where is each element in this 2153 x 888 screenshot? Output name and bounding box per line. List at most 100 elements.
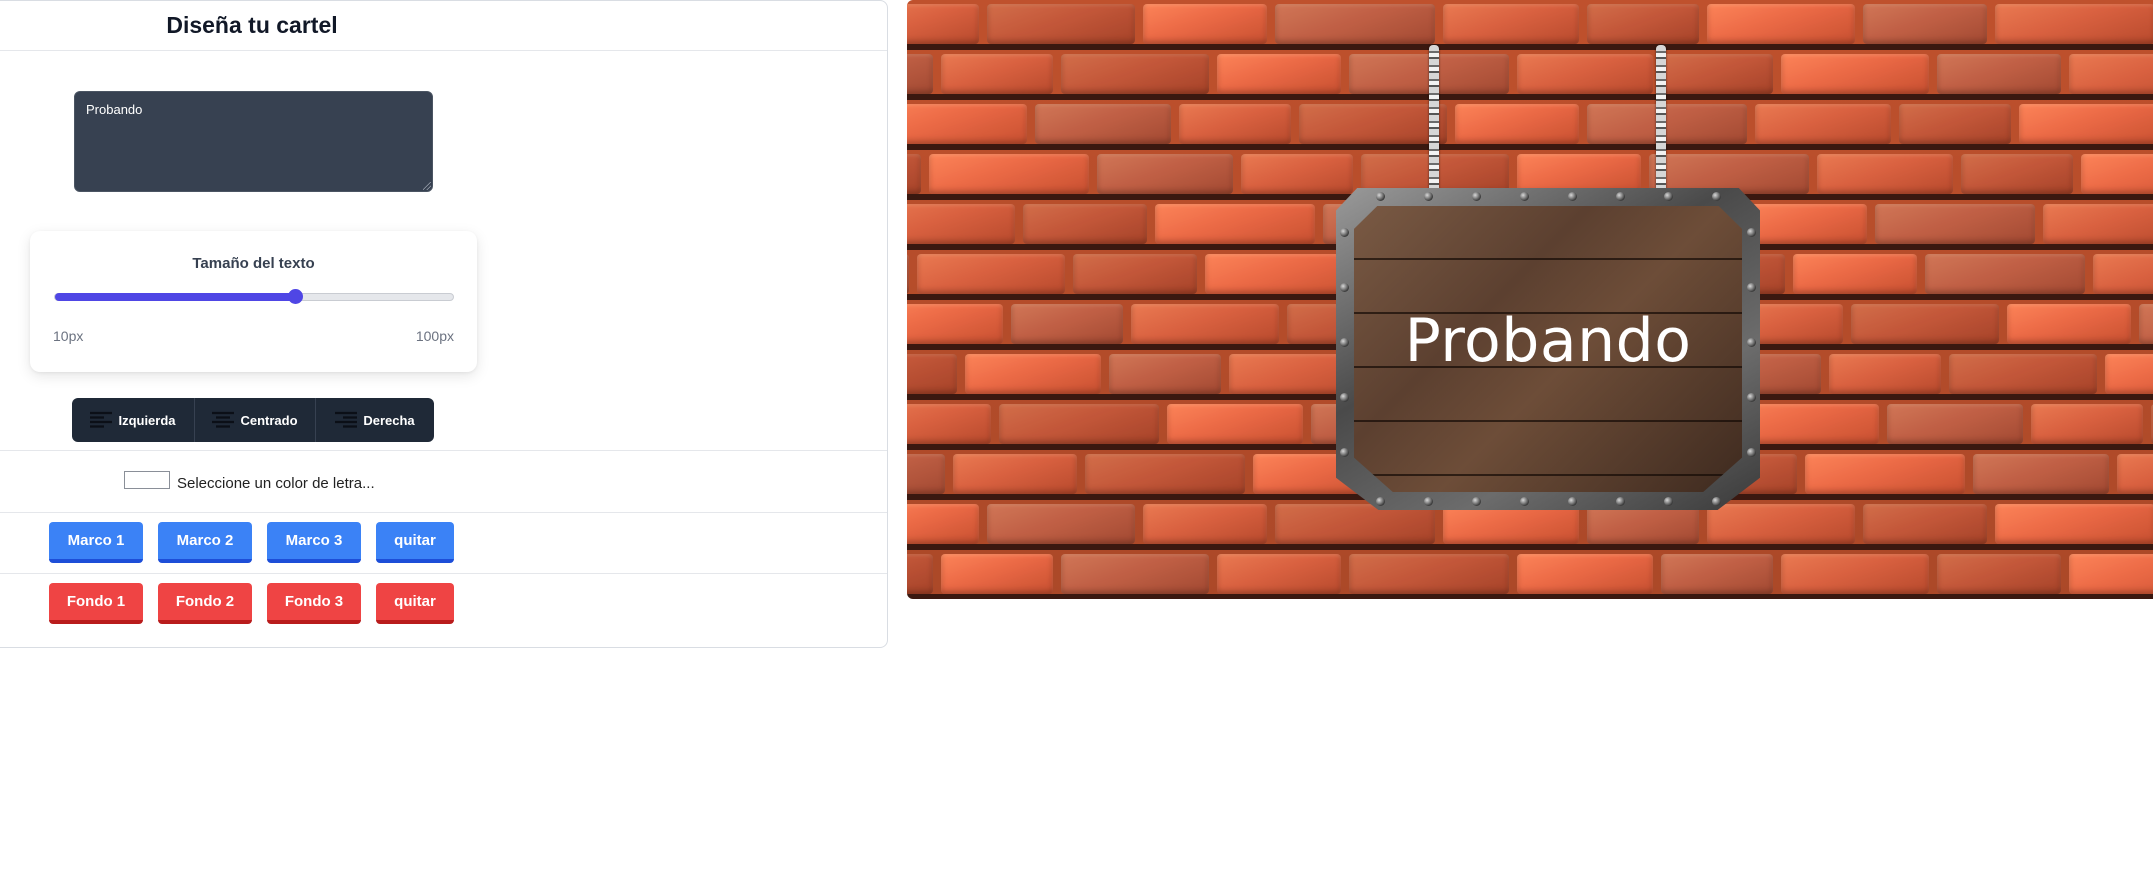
- align-right-button[interactable]: Derecha: [316, 398, 434, 442]
- brick: [2031, 404, 2143, 444]
- brick: [941, 554, 1053, 594]
- brick: [907, 154, 921, 194]
- brick: [1143, 4, 1267, 44]
- chain-right: [1656, 45, 1666, 195]
- rivet: [1424, 497, 1433, 506]
- background-1-button[interactable]: Fondo 1: [49, 583, 143, 624]
- brick: [1587, 504, 1699, 544]
- brick: [1587, 4, 1699, 44]
- brick: [1167, 404, 1303, 444]
- brick: [1275, 504, 1435, 544]
- text-size-card: Tamaño del texto 10px 100px: [30, 231, 477, 372]
- brick: [907, 354, 957, 394]
- slider-min-label: 10px: [53, 328, 84, 344]
- rivet: [1340, 283, 1349, 292]
- frame-1-button[interactable]: Marco 1: [49, 522, 143, 563]
- brick: [1443, 504, 1579, 544]
- text-size-slider[interactable]: [54, 289, 454, 304]
- brick: [1155, 204, 1315, 244]
- align-right-label: Derecha: [363, 412, 415, 428]
- brick: [1217, 54, 1341, 94]
- rivet: [1747, 393, 1756, 402]
- brick-row: [907, 550, 2153, 599]
- rivet: [1712, 497, 1721, 506]
- brick-row: [907, 50, 2153, 100]
- rivet: [1424, 192, 1433, 201]
- slider-thumb[interactable]: [288, 289, 303, 304]
- brick: [1661, 554, 1773, 594]
- brick: [1073, 254, 1197, 294]
- brick: [2007, 304, 2131, 344]
- divider: [0, 50, 887, 51]
- rivet: [1664, 192, 1673, 201]
- brick: [1743, 204, 1867, 244]
- brick: [1851, 304, 1999, 344]
- brick: [907, 204, 1015, 244]
- rivet: [1664, 497, 1673, 506]
- brick: [1863, 4, 1987, 44]
- brick: [907, 504, 979, 544]
- brick: [2093, 254, 2153, 294]
- brick: [1781, 54, 1929, 94]
- rivet: [1568, 497, 1577, 506]
- remove-frame-button[interactable]: quitar: [376, 522, 454, 563]
- divider: [0, 512, 887, 513]
- text-align-group: Izquierda Centrado Derecha: [72, 398, 434, 442]
- brick: [2081, 154, 2153, 194]
- remove-background-button[interactable]: quitar: [376, 583, 454, 624]
- brick: [917, 254, 1065, 294]
- brick: [953, 454, 1077, 494]
- background-2-button[interactable]: Fondo 2: [158, 583, 252, 624]
- text-color-input[interactable]: [124, 471, 170, 489]
- color-picker-row: Seleccione un color de letra...: [124, 471, 375, 492]
- align-left-label: Izquierda: [118, 412, 176, 428]
- slider-fill: [55, 293, 295, 301]
- divider: [0, 450, 887, 451]
- sign-text-input[interactable]: Probando: [74, 91, 433, 192]
- brick: [1973, 454, 2109, 494]
- brick: [1061, 54, 1209, 94]
- rivet: [1747, 448, 1756, 457]
- brick: [2069, 54, 2153, 94]
- brick: [1995, 504, 2153, 544]
- rivet: [1747, 228, 1756, 237]
- align-left-icon: [90, 411, 113, 428]
- resize-grip[interactable]: [423, 182, 431, 190]
- text-size-label: Tamaño del texto: [192, 255, 315, 272]
- brick: [1805, 454, 1965, 494]
- background-3-button[interactable]: Fondo 3: [267, 583, 361, 624]
- sign-preview: Probando: [907, 0, 2153, 599]
- brick: [1829, 354, 1941, 394]
- brick-row: [907, 0, 2153, 50]
- align-left-button[interactable]: Izquierda: [72, 398, 195, 442]
- brick: [1275, 4, 1435, 44]
- frame-3-button[interactable]: Marco 3: [267, 522, 361, 563]
- frame-2-button[interactable]: Marco 2: [158, 522, 252, 563]
- chain-left: [1429, 45, 1439, 195]
- brick: [1443, 4, 1579, 44]
- brick: [1707, 504, 1855, 544]
- rivet: [1568, 192, 1577, 201]
- align-center-button[interactable]: Centrado: [195, 398, 316, 442]
- rivet: [1340, 448, 1349, 457]
- align-center-icon: [212, 411, 235, 428]
- brick: [907, 104, 1027, 144]
- slider-max-label: 100px: [415, 328, 454, 344]
- brick: [1937, 554, 2061, 594]
- frame-buttons: Marco 1 Marco 2 Marco 3 quitar: [49, 522, 454, 563]
- brick: [965, 354, 1101, 394]
- brick: [1863, 504, 1987, 544]
- rivet: [1340, 393, 1349, 402]
- brick: [1793, 254, 1917, 294]
- rivet: [1472, 497, 1481, 506]
- brick: [1887, 404, 2023, 444]
- brick: [941, 54, 1053, 94]
- background-buttons: Fondo 1 Fondo 2 Fondo 3 quitar: [49, 583, 454, 624]
- brick: [2019, 104, 2153, 144]
- brick: [1875, 204, 2035, 244]
- brick: [1109, 354, 1221, 394]
- brick: [907, 54, 933, 94]
- brick: [1925, 254, 2085, 294]
- rivet: [1472, 192, 1481, 201]
- sign-frame: Probando: [1336, 188, 1760, 510]
